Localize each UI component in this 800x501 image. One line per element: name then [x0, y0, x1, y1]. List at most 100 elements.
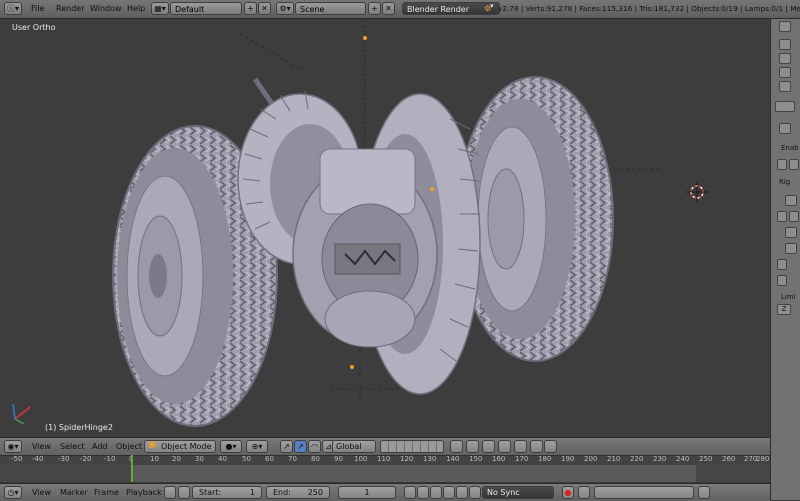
play-reverse-icon[interactable] [430, 486, 442, 499]
rotate-icon[interactable]: ◠ [308, 440, 321, 453]
tick-label: 10 [150, 455, 159, 463]
scene-tab-icon[interactable] [779, 67, 791, 78]
sync-mode-select[interactable]: No Sync [482, 486, 554, 499]
tick-label: 280 [756, 455, 770, 463]
editor-type-3d-icon[interactable]: ◉▾ [4, 440, 22, 453]
checkbox-3[interactable] [777, 259, 787, 270]
snap-element-icon[interactable] [514, 440, 527, 453]
3d-cursor-icon [686, 181, 708, 203]
render-layer-icon[interactable] [466, 440, 479, 453]
insert-keyframe-icon[interactable] [698, 486, 710, 499]
tick-label: 150 [469, 455, 483, 463]
tick-label: 40 [218, 455, 227, 463]
editor-type-timeline-icon[interactable]: ◷▾ [4, 486, 22, 499]
tick-label: 250 [699, 455, 713, 463]
menu-render[interactable]: Render [56, 0, 84, 18]
info-header: ⓘ▾ File Render Window Help ▦▾ Default + … [0, 0, 800, 19]
scene-icon[interactable]: ⚙▾ [276, 2, 294, 15]
tick-label: -30 [58, 455, 70, 463]
limits-label: Limi [781, 293, 796, 301]
frame-ruler[interactable]: -50 -40 -30 -20 -10 0 10 20 30 40 50 60 … [0, 455, 770, 465]
active-object-label: (1) SpiderHinge2 [45, 423, 113, 432]
keying-set-icon[interactable] [578, 486, 590, 499]
object-icon-1[interactable] [785, 227, 797, 238]
3d-view-header: ◉▾ View Select Add Object Object Mode ▣ … [0, 437, 770, 455]
tick-label: 170 [515, 455, 529, 463]
menu-playback[interactable]: Playback [126, 484, 162, 501]
current-frame-indicator[interactable] [131, 455, 133, 482]
constraint-icon[interactable] [779, 123, 791, 134]
preview-range-icon[interactable] [164, 486, 176, 499]
object-origin-dot [430, 187, 434, 191]
tick-label: 200 [584, 455, 598, 463]
enable-checkbox[interactable] [777, 159, 787, 170]
menu-file[interactable]: File [31, 0, 44, 18]
z-limit-toggle[interactable]: Z [777, 304, 791, 315]
scene-field[interactable]: Scene [295, 2, 366, 15]
tick-label: 190 [561, 455, 575, 463]
tick-label: 80 [311, 455, 320, 463]
menu-add[interactable]: Add [92, 438, 108, 455]
lock-layers-icon[interactable] [450, 440, 463, 453]
add-scene-icon[interactable]: + [368, 2, 381, 15]
editor-type-info-icon[interactable]: ⓘ▾ [4, 2, 22, 15]
render-tab-icon[interactable] [779, 39, 791, 50]
opengl-anim-icon[interactable] [544, 440, 557, 453]
menu-view[interactable]: View [32, 484, 51, 501]
timeline[interactable]: -50 -40 -30 -20 -10 0 10 20 30 40 50 60 … [0, 455, 770, 482]
object-origin-dot [350, 365, 354, 369]
snap-icon[interactable] [498, 440, 511, 453]
manipulator-toggle-icon[interactable]: ↗ [280, 440, 293, 453]
jump-start-icon[interactable] [404, 486, 416, 499]
jump-end-icon[interactable] [469, 486, 481, 499]
layers-grid[interactable] [380, 440, 444, 453]
screen-layout-field[interactable]: Default [170, 2, 242, 15]
end-frame-field[interactable]: End: 250 [266, 486, 330, 499]
record-icon[interactable]: ● [562, 486, 574, 499]
opengl-render-icon[interactable] [530, 440, 543, 453]
frame-range-area[interactable] [0, 465, 770, 482]
checkbox-4[interactable] [777, 275, 787, 286]
checkbox-2[interactable] [789, 211, 799, 222]
object-icon-2[interactable] [785, 243, 797, 254]
translate-icon[interactable]: ↗ [294, 440, 307, 453]
rigid-label: Rig [779, 178, 791, 186]
checkbox-1[interactable] [777, 211, 787, 222]
start-frame-field[interactable]: Start: 1 [192, 486, 262, 499]
blender-logo-icon: ⚙ [484, 4, 492, 13]
toggle-icon[interactable] [775, 101, 795, 112]
menu-frame[interactable]: Frame [94, 484, 119, 501]
transform-orientation-select[interactable]: Global [332, 440, 376, 453]
menu-select[interactable]: Select [60, 438, 85, 455]
menu-window[interactable]: Window [90, 0, 122, 18]
remove-layout-icon[interactable]: ✕ [258, 2, 271, 15]
end-value: 250 [307, 488, 323, 497]
tick-label: 180 [538, 455, 552, 463]
viewport-shading-icon[interactable]: ●▾ [220, 440, 242, 453]
start-value: 1 [249, 488, 255, 497]
keying-set-select[interactable] [594, 486, 694, 499]
menu-object[interactable]: Object [116, 438, 142, 455]
remove-scene-icon[interactable]: ✕ [382, 2, 395, 15]
tick-label: 20 [172, 455, 181, 463]
layers-tab-icon[interactable] [779, 53, 791, 64]
menu-view[interactable]: View [32, 438, 51, 455]
menu-marker[interactable]: Marker [60, 484, 88, 501]
properties-panel: Enab Rig Limi Z [770, 19, 800, 500]
type-select[interactable] [785, 195, 797, 206]
world-tab-icon[interactable] [779, 81, 791, 92]
current-frame-field[interactable]: 1 [338, 486, 396, 499]
menu-help[interactable]: Help [127, 0, 145, 18]
close-icon[interactable] [789, 159, 799, 170]
screen-layout-icon[interactable]: ▦▾ [151, 2, 169, 15]
3d-viewport[interactable]: User Ortho (1) SpiderHinge2 [0, 19, 770, 436]
prev-keyframe-icon[interactable] [417, 486, 429, 499]
lock-icon[interactable] [178, 486, 190, 499]
next-keyframe-icon[interactable] [456, 486, 468, 499]
add-layout-icon[interactable]: + [244, 2, 257, 15]
pivot-point-icon[interactable]: ⊕▾ [246, 440, 268, 453]
play-icon[interactable] [443, 486, 455, 499]
proportional-edit-icon[interactable] [482, 440, 495, 453]
editor-type-icon[interactable] [779, 21, 791, 32]
start-label: Start: [199, 488, 222, 497]
